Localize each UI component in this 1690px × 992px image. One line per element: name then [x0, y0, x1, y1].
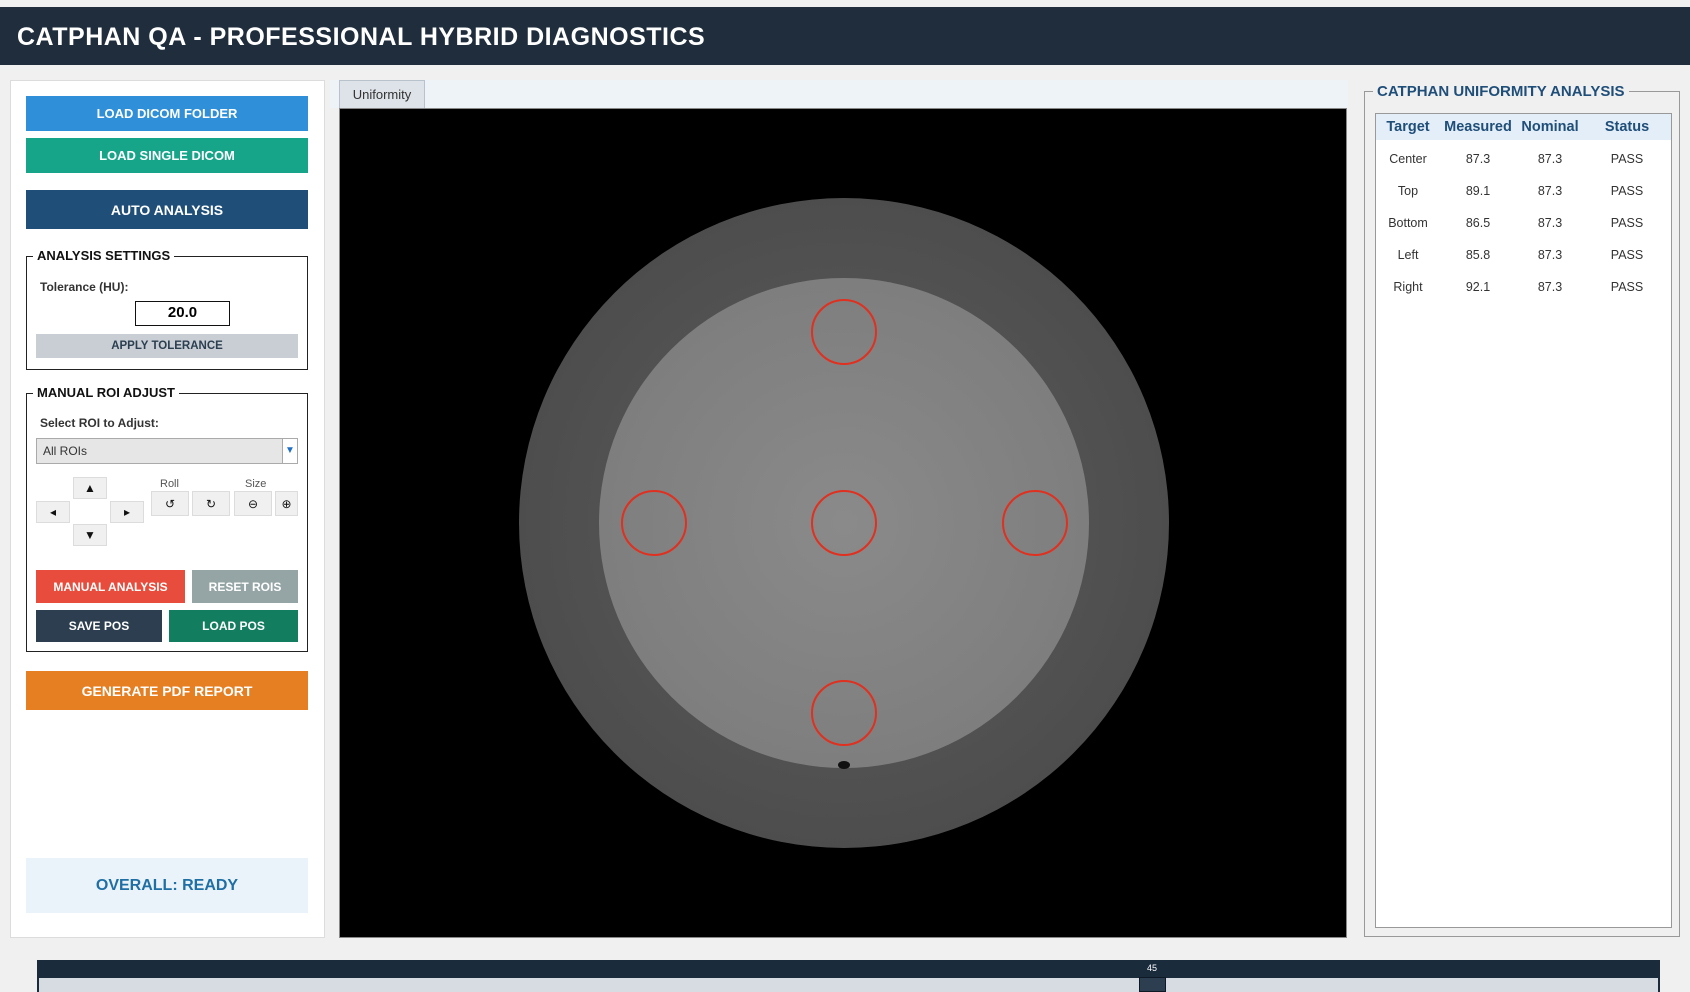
viewer-tab-strip	[330, 80, 1348, 108]
left-arrow-icon: ◂	[49, 505, 57, 519]
auto-analysis-button[interactable]: AUTO ANALYSIS	[26, 190, 308, 229]
cell-status: PASS	[1610, 248, 1644, 262]
cell-nominal: 87.3	[1537, 216, 1563, 230]
size-label: Size	[245, 478, 267, 490]
roi-select-value: All ROIs	[43, 444, 88, 458]
table-row: Right 92.1 87.3 PASS	[1376, 271, 1671, 303]
manual-roi-adjust-group: MANUAL ROI ADJUST Select ROI to Adjust: …	[26, 385, 308, 652]
analysis-settings-legend: ANALYSIS SETTINGS	[33, 248, 175, 263]
grow-roi-button[interactable]: ⊕	[275, 491, 298, 516]
slice-value-label: 45	[1147, 963, 1158, 973]
cell-status: PASS	[1610, 184, 1644, 198]
app-title: CATPHAN QA - PROFESSIONAL HYBRID DIAGNOS…	[17, 23, 706, 51]
cell-status: PASS	[1610, 280, 1644, 294]
slice-slider[interactable]: 45	[37, 960, 1660, 992]
control-panel: LOAD DICOM FOLDER LOAD SINGLE DICOM AUTO…	[10, 80, 325, 938]
cell-nominal: 87.3	[1537, 248, 1563, 262]
cell-nominal: 87.3	[1537, 184, 1563, 198]
roi-select-dropdown[interactable]: All ROIs ▼	[36, 438, 298, 464]
load-pos-button[interactable]: LOAD POS	[169, 610, 298, 642]
table-row: Left 85.8 87.3 PASS	[1376, 239, 1671, 271]
grow-icon: ⊕	[281, 496, 292, 511]
load-single-dicom-button[interactable]: LOAD SINGLE DICOM	[26, 138, 308, 173]
cell-target: Center	[1389, 152, 1427, 166]
ct-slice-image	[519, 198, 1169, 848]
move-down-button[interactable]: ▼	[73, 524, 107, 546]
right-arrow-icon: ▸	[123, 505, 131, 519]
rotate-cw-icon: ↻	[205, 496, 217, 511]
cell-target: Bottom	[1388, 216, 1428, 230]
slider-thumb[interactable]	[1139, 977, 1166, 992]
rotate-ccw-button[interactable]: ↺	[151, 491, 189, 516]
column-header: Measured	[1444, 119, 1512, 135]
cell-measured: 87.3	[1465, 152, 1491, 166]
dicom-image-viewer[interactable]	[339, 108, 1347, 938]
dropdown-arrow-icon[interactable]: ▼	[282, 439, 297, 463]
cell-measured: 92.1	[1465, 280, 1491, 294]
move-up-button[interactable]: ▲	[73, 477, 107, 499]
table-row: Top 89.1 87.3 PASS	[1376, 175, 1671, 207]
app-title-bar: CATPHAN QA - PROFESSIONAL HYBRID DIAGNOS…	[0, 7, 1690, 65]
cell-measured: 89.1	[1465, 184, 1491, 198]
results-table-header: Target Measured Nominal Status	[1376, 114, 1671, 140]
column-header: Nominal	[1521, 119, 1579, 135]
phantom-inner-region	[599, 278, 1089, 768]
phantom-marker-hole	[838, 761, 850, 769]
shrink-icon: ⊖	[247, 496, 259, 511]
cell-nominal: 87.3	[1537, 280, 1563, 294]
load-dicom-folder-button[interactable]: LOAD DICOM FOLDER	[26, 96, 308, 131]
manual-roi-adjust-legend: MANUAL ROI ADJUST	[33, 385, 179, 400]
cell-measured: 86.5	[1465, 216, 1491, 230]
generate-pdf-report-button[interactable]: GENERATE PDF REPORT	[26, 671, 308, 710]
shrink-roi-button[interactable]: ⊖	[234, 491, 272, 516]
move-left-button[interactable]: ◂	[36, 501, 70, 523]
slider-track[interactable]	[39, 978, 1658, 992]
column-header: Target	[1386, 119, 1430, 135]
column-header: Status	[1604, 119, 1650, 135]
cell-status: PASS	[1610, 152, 1644, 166]
tab-uniformity[interactable]: Uniformity	[339, 80, 425, 108]
overall-status: OVERALL: READY	[26, 858, 308, 913]
up-arrow-icon: ▲	[84, 481, 96, 495]
window-top-strip	[0, 0, 1690, 7]
cell-status: PASS	[1610, 216, 1644, 230]
results-legend: CATPHAN UNIFORMITY ANALYSIS	[1373, 83, 1629, 100]
apply-tolerance-button[interactable]: APPLY TOLERANCE	[36, 334, 298, 358]
cell-target: Top	[1397, 184, 1419, 198]
tolerance-label: Tolerance (HU):	[40, 280, 129, 294]
rotate-cw-button[interactable]: ↻	[192, 491, 230, 516]
cell-measured: 85.8	[1465, 248, 1491, 262]
cell-target: Left	[1397, 248, 1419, 262]
save-pos-button[interactable]: SAVE POS	[36, 610, 162, 642]
manual-analysis-button[interactable]: MANUAL ANALYSIS	[36, 570, 185, 603]
analysis-settings-group: ANALYSIS SETTINGS Tolerance (HU): 20.0 A…	[26, 248, 308, 370]
results-panel: CATPHAN UNIFORMITY ANALYSIS Target Measu…	[1364, 83, 1680, 937]
cell-target: Right	[1393, 280, 1423, 294]
reset-rois-button[interactable]: RESET ROIS	[192, 570, 298, 603]
tolerance-input[interactable]: 20.0	[135, 301, 230, 326]
table-row: Center 87.3 87.3 PASS	[1376, 143, 1671, 175]
rotate-ccw-icon: ↺	[164, 496, 176, 511]
move-right-button[interactable]: ▸	[110, 501, 144, 523]
table-row: Bottom 86.5 87.3 PASS	[1376, 207, 1671, 239]
roll-label: Roll	[160, 478, 179, 490]
cell-nominal: 87.3	[1537, 152, 1563, 166]
down-arrow-icon: ▼	[84, 528, 96, 542]
select-roi-label: Select ROI to Adjust:	[40, 416, 159, 430]
results-table: Target Measured Nominal Status Center 87…	[1375, 113, 1672, 928]
